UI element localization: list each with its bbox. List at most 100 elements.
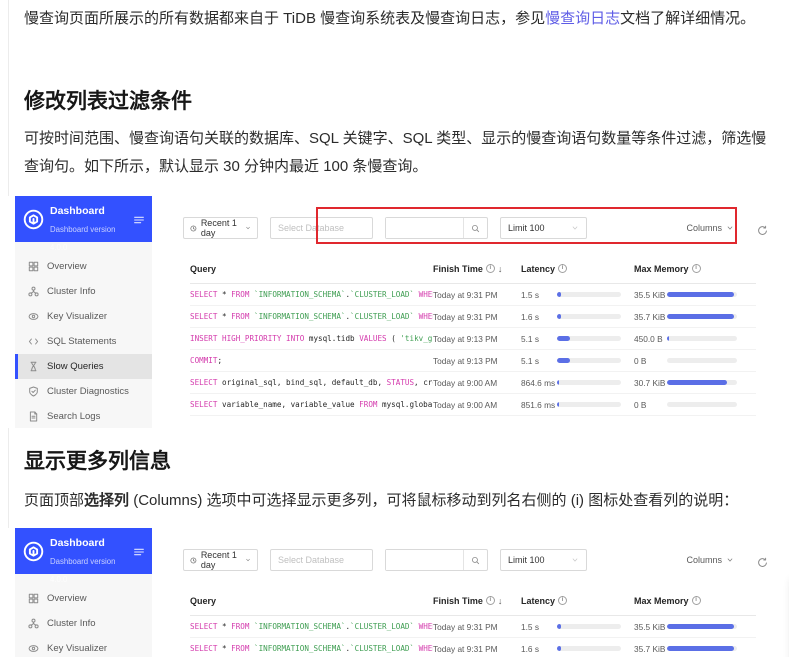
query-row[interactable]: SELECT * FROM `INFORMATION_SCHEMA`.`CLUS… <box>190 284 756 306</box>
table-header-row: QueryFinish Time↓LatencyMax Memory <box>190 586 756 616</box>
slow-query-table: QueryFinish Time↓LatencyMax Memory SELEC… <box>190 586 756 657</box>
key-visualizer-icon <box>28 311 39 322</box>
tidb-logo-icon <box>23 209 44 230</box>
query-row[interactable]: INSERT HIGH_PRIORITY INTO mysql.tidb VAL… <box>190 328 756 350</box>
sql-statements-icon <box>28 336 39 347</box>
sidebar-item-cluster-diagnostics[interactable]: Cluster Diagnostics <box>15 379 152 404</box>
columns-button[interactable]: Columns <box>686 555 734 565</box>
search-icon[interactable] <box>463 218 487 238</box>
column-header-latency[interactable]: Latency <box>521 596 634 606</box>
latency-cell: 1.6 s <box>521 644 634 654</box>
column-header-query[interactable]: Query <box>190 596 433 606</box>
overview-icon <box>28 593 39 604</box>
column-header-max-memory[interactable]: Max Memory <box>634 264 756 274</box>
finish-time: Today at 9:00 AM <box>433 399 498 410</box>
cluster-info-icon <box>28 286 39 297</box>
table-header-row: QueryFinish Time↓LatencyMax Memory <box>190 254 756 284</box>
memory-bar <box>667 380 737 385</box>
sidebar-item-overview[interactable]: Overview <box>15 586 152 611</box>
clock-icon <box>190 556 197 565</box>
memory-bar <box>667 402 737 407</box>
latency-cell: 1.5 s <box>521 622 634 632</box>
latency-bar <box>557 292 621 297</box>
app-title: TiDB Dashboard <box>50 187 105 217</box>
app-title: TiDB Dashboard <box>50 519 105 549</box>
column-header-max-memory[interactable]: Max Memory <box>634 596 756 606</box>
column-header-finish-time[interactable]: Finish Time↓ <box>433 264 521 274</box>
columns-paragraph: 页面顶部选择列 (Columns) 选项中可选择显示更多列，可将鼠标移动到列名右… <box>24 492 739 509</box>
documentation-page: 慢查询页面所展示的所有数据都来自于 TiDB 慢查询系统表及慢查询日志，参见慢查… <box>0 0 789 657</box>
sidebar-item-cluster-info[interactable]: Cluster Info <box>15 611 152 636</box>
sidebar-item-overview[interactable]: Overview <box>15 254 152 279</box>
latency-cell: 1.5 s <box>521 290 634 300</box>
memory-bar <box>667 646 737 651</box>
search-input[interactable] <box>386 218 463 238</box>
info-icon <box>691 596 701 605</box>
limit-select[interactable]: Limit 100 <box>500 549 587 571</box>
chevron-down-icon <box>245 556 251 564</box>
chevron-down-icon <box>726 224 734 232</box>
finish-time: Today at 9:00 AM <box>433 377 498 388</box>
latency-bar <box>557 358 621 363</box>
query-sql: INSERT HIGH_PRIORITY INTO mysql.tidb VAL… <box>190 334 433 343</box>
query-row[interactable]: SELECT * FROM `INFORMATION_SCHEMA`.`CLUS… <box>190 616 756 638</box>
query-sql: SELECT * FROM `INFORMATION_SCHEMA`.`CLUS… <box>190 622 433 631</box>
query-row[interactable]: SELECT * FROM `INFORMATION_SCHEMA`.`CLUS… <box>190 306 756 328</box>
columns-button[interactable]: Columns <box>686 223 734 233</box>
database-select[interactable] <box>270 549 373 571</box>
query-sql: COMMIT; <box>190 356 223 365</box>
max-memory-cell: 35.7 KiB <box>634 644 756 654</box>
sidebar-item-label: Cluster Diagnostics <box>47 386 129 397</box>
section-heading-columns: 显示更多列信息 <box>24 450 171 473</box>
query-row[interactable]: SELECT variable_name, variable_value FRO… <box>190 394 756 416</box>
max-memory-cell: 35.5 KiB <box>634 290 756 300</box>
refresh-icon[interactable] <box>757 555 768 567</box>
collapse-sidebar-icon[interactable] <box>133 545 145 557</box>
sidebar-item-label: Cluster Info <box>47 286 96 297</box>
sidebar-item-key-visualizer[interactable]: Key Visualizer <box>15 304 152 329</box>
refresh-icon[interactable] <box>757 223 768 235</box>
sidebar-item-label: Search Logs <box>47 411 101 422</box>
finish-time: Today at 9:31 PM <box>433 643 498 654</box>
info-icon <box>558 264 568 273</box>
sidebar-item-label: Key Visualizer <box>47 643 108 654</box>
search-icon[interactable] <box>463 550 487 570</box>
collapse-sidebar-icon[interactable] <box>133 213 145 225</box>
limit-select[interactable]: Limit 100 <box>500 217 587 239</box>
slow-query-log-link[interactable]: 慢查询日志 <box>545 10 620 27</box>
column-header-finish-time[interactable]: Finish Time↓ <box>433 596 521 606</box>
query-row[interactable]: COMMIT; Today at 9:13 PM 5.1 s0 B <box>190 350 756 372</box>
query-sql: SELECT * FROM `INFORMATION_SCHEMA`.`CLUS… <box>190 644 433 653</box>
sidebar-item-cluster-info[interactable]: Cluster Info <box>15 279 152 304</box>
dashboard-screenshot-columns: TiDB Dashboard Dashboard version 4.0.0 O… <box>8 519 782 657</box>
finish-time: Today at 9:13 PM <box>433 333 498 344</box>
intro-paragraph: 慢查询页面所展示的所有数据都来自于 TiDB 慢查询系统表及慢查询日志，参见慢查… <box>24 10 756 27</box>
memory-bar <box>667 358 737 363</box>
sidebar-item-sql-statements[interactable]: SQL Statements <box>15 329 152 354</box>
latency-bar <box>557 646 621 651</box>
sidebar-item-search-logs[interactable]: Search Logs <box>15 404 152 429</box>
database-select[interactable] <box>270 217 373 239</box>
sort-desc-icon: ↓ <box>497 595 503 606</box>
sidebar-item-key-visualizer[interactable]: Key Visualizer <box>15 636 152 657</box>
sidebar-item-label: Overview <box>47 261 87 272</box>
search-input[interactable] <box>386 550 463 570</box>
time-range-select[interactable]: Recent 1 day <box>183 217 258 239</box>
main-panel: Recent 1 day Limit 100 Columns <box>152 196 782 428</box>
latency-bar <box>557 402 621 407</box>
latency-bar <box>557 314 621 319</box>
query-sql: SELECT * FROM `INFORMATION_SCHEMA`.`CLUS… <box>190 312 433 321</box>
sidebar-item-slow-queries[interactable]: Slow Queries <box>15 354 152 379</box>
sidebar: TiDB Dashboard Dashboard version 4.0.0 O… <box>15 187 152 429</box>
latency-bar <box>557 624 621 629</box>
search-logs-icon <box>28 411 39 422</box>
max-memory-cell: 35.5 KiB <box>634 622 756 632</box>
column-header-latency[interactable]: Latency <box>521 264 634 274</box>
time-range-select[interactable]: Recent 1 day <box>183 549 258 571</box>
sort-desc-icon: ↓ <box>497 263 503 274</box>
chevron-down-icon <box>571 556 579 564</box>
column-header-query[interactable]: Query <box>190 264 433 274</box>
latency-cell: 5.1 s <box>521 334 634 344</box>
query-row[interactable]: SELECT * FROM `INFORMATION_SCHEMA`.`CLUS… <box>190 638 756 657</box>
query-row[interactable]: SELECT original_sql, bind_sql, default_d… <box>190 372 756 394</box>
